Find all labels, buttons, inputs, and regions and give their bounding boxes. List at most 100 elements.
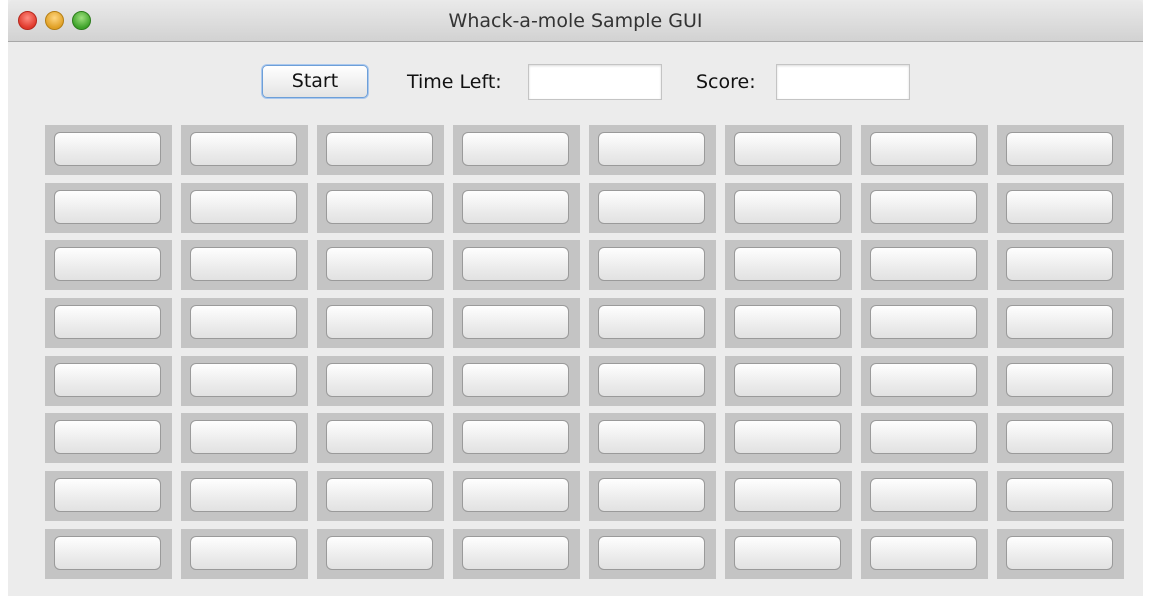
mole-hole [725, 413, 852, 464]
mole-button[interactable] [598, 535, 705, 570]
mole-button[interactable] [54, 420, 161, 455]
mole-hole [317, 355, 444, 406]
mole-button[interactable] [1006, 420, 1113, 455]
mole-hole [317, 471, 444, 522]
mole-hole [317, 298, 444, 349]
mole-button[interactable] [190, 535, 297, 570]
mole-button[interactable] [190, 189, 297, 224]
mole-button[interactable] [870, 247, 977, 282]
mole-hole [589, 413, 716, 464]
mole-hole [725, 298, 852, 349]
mole-button[interactable] [54, 535, 161, 570]
mole-button[interactable] [462, 132, 569, 166]
mole-button[interactable] [326, 420, 433, 455]
mole-button[interactable] [870, 420, 977, 455]
mole-hole [317, 413, 444, 464]
mole-button[interactable] [870, 189, 977, 224]
mole-button[interactable] [462, 420, 569, 455]
mole-button[interactable] [870, 362, 977, 397]
time-left-label: Time Left: [407, 71, 502, 93]
start-button[interactable]: Start [262, 65, 368, 98]
mole-hole [589, 298, 716, 349]
mole-button[interactable] [734, 305, 841, 340]
mole-button[interactable] [462, 247, 569, 282]
mole-button[interactable] [1006, 247, 1113, 282]
mole-button[interactable] [598, 189, 705, 224]
mole-button[interactable] [190, 247, 297, 282]
mole-button[interactable] [1006, 305, 1113, 340]
mole-hole [317, 240, 444, 291]
mole-hole [453, 471, 580, 522]
mole-hole [861, 355, 988, 406]
mole-hole [45, 125, 172, 175]
mole-hole [181, 528, 308, 579]
mole-button[interactable] [1006, 132, 1113, 166]
mole-hole [997, 125, 1124, 175]
mole-button[interactable] [1006, 535, 1113, 570]
mole-hole [453, 125, 580, 175]
mole-hole [997, 471, 1124, 522]
mole-button[interactable] [734, 132, 841, 166]
toolbar: Start Time Left: Score: [8, 62, 1143, 102]
mole-button[interactable] [598, 362, 705, 397]
mole-button[interactable] [190, 478, 297, 513]
mole-button[interactable] [462, 478, 569, 513]
mole-button[interactable] [598, 420, 705, 455]
mole-button[interactable] [1006, 189, 1113, 224]
mole-button[interactable] [598, 132, 705, 166]
score-field[interactable] [776, 64, 910, 100]
mole-button[interactable] [734, 535, 841, 570]
time-left-field[interactable] [528, 64, 662, 100]
mole-hole [181, 298, 308, 349]
mole-button[interactable] [54, 247, 161, 282]
mole-button[interactable] [326, 189, 433, 224]
mole-button[interactable] [598, 305, 705, 340]
mole-button[interactable] [734, 420, 841, 455]
mole-button[interactable] [326, 535, 433, 570]
app-window: Whack-a-mole Sample GUI Start Time Left:… [8, 0, 1143, 596]
mole-hole [181, 125, 308, 175]
mole-button[interactable] [598, 247, 705, 282]
mole-hole [45, 528, 172, 579]
mole-button[interactable] [870, 478, 977, 513]
mole-button[interactable] [734, 362, 841, 397]
mole-button[interactable] [54, 362, 161, 397]
mole-hole [589, 240, 716, 291]
mole-button[interactable] [326, 478, 433, 513]
mole-button[interactable] [598, 478, 705, 513]
mole-hole [725, 240, 852, 291]
mole-button[interactable] [1006, 362, 1113, 397]
mole-button[interactable] [870, 132, 977, 166]
mole-button[interactable] [54, 478, 161, 513]
mole-button[interactable] [326, 362, 433, 397]
mole-hole [997, 528, 1124, 579]
mole-hole [861, 182, 988, 233]
mole-button[interactable] [190, 362, 297, 397]
mole-button[interactable] [54, 132, 161, 166]
mole-button[interactable] [462, 362, 569, 397]
mole-button[interactable] [462, 535, 569, 570]
mole-hole [589, 355, 716, 406]
mole-button[interactable] [190, 420, 297, 455]
mole-button[interactable] [54, 305, 161, 340]
mole-hole [181, 355, 308, 406]
mole-button[interactable] [870, 305, 977, 340]
mole-button[interactable] [870, 535, 977, 570]
mole-hole [453, 355, 580, 406]
mole-button[interactable] [734, 189, 841, 224]
mole-button[interactable] [326, 132, 433, 166]
mole-button[interactable] [1006, 478, 1113, 513]
mole-button[interactable] [462, 305, 569, 340]
mole-button[interactable] [190, 132, 297, 166]
mole-button[interactable] [462, 189, 569, 224]
mole-hole [453, 528, 580, 579]
mole-hole [589, 182, 716, 233]
mole-button[interactable] [734, 478, 841, 513]
mole-button[interactable] [734, 247, 841, 282]
mole-button[interactable] [54, 189, 161, 224]
mole-button[interactable] [326, 305, 433, 340]
mole-button[interactable] [326, 247, 433, 282]
mole-hole [997, 182, 1124, 233]
mole-hole [997, 298, 1124, 349]
mole-button[interactable] [190, 305, 297, 340]
